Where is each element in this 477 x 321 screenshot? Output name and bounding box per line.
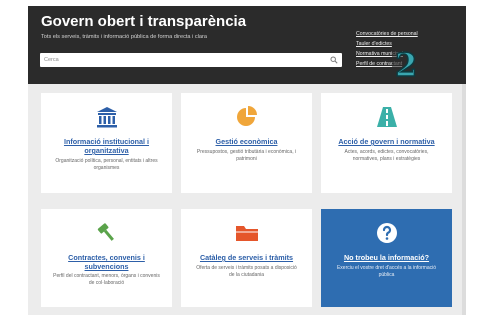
- search-box: [40, 53, 342, 67]
- card-description: Exerciu el vostre dret d'accés a la info…: [336, 265, 437, 278]
- annotation-number-badge: 2: [392, 48, 421, 82]
- transparency-portal: Govern obert i transparència Tots els se…: [28, 6, 466, 315]
- card-description: Perfil del contractant, menors, òrgans i…: [53, 273, 160, 286]
- card-title[interactable]: Informació institucional i organitzativa: [49, 137, 164, 155]
- page-title: Govern obert i transparència: [41, 13, 247, 30]
- card-no-trobeu-informacio[interactable]: No trobeu la informació? Exerciu el vost…: [321, 209, 452, 307]
- card-gestio-economica[interactable]: Gestió econòmica Pressupostos, gestió tr…: [181, 93, 312, 193]
- card-description: Organització política, personal, entitat…: [55, 158, 158, 171]
- gavel-icon: [97, 223, 114, 241]
- card-informacio-institucional[interactable]: Informació institucional i organitzativa…: [41, 93, 172, 193]
- search-icon[interactable]: [330, 56, 338, 64]
- pie-chart-icon: [236, 106, 257, 126]
- card-description: Actes, acords, edictes, convocatòries, n…: [344, 149, 429, 162]
- card-description: Pressupostos, gestió tributària i econòm…: [196, 149, 297, 162]
- page-subtitle: Tots els serveis, tràmits i informació p…: [41, 34, 208, 40]
- card-title[interactable]: Contractes, convenis i subvencions: [49, 253, 164, 271]
- question-icon: [376, 223, 397, 243]
- road-icon: [376, 107, 397, 127]
- card-accio-govern[interactable]: Acció de govern i normativa Actes, acord…: [321, 93, 452, 193]
- card-title[interactable]: Gestió econòmica: [189, 137, 304, 146]
- card-cataleg-serveis[interactable]: Catàleg de serveis i tràmits Oferta de s…: [181, 209, 312, 307]
- folder-icon: [235, 226, 258, 241]
- card-title[interactable]: Acció de govern i normativa: [329, 137, 444, 146]
- search-input[interactable]: [44, 53, 314, 67]
- institution-icon: [96, 107, 117, 128]
- card-contractes[interactable]: Contractes, convenis i subvencions Perfi…: [41, 209, 172, 307]
- card-title[interactable]: No trobeu la informació?: [329, 253, 444, 262]
- link-convocatories[interactable]: Convocatòries de personal: [356, 29, 461, 39]
- card-title[interactable]: Catàleg de serveis i tràmits: [189, 253, 304, 262]
- scrollbar[interactable]: [462, 84, 466, 315]
- card-description: Oferta de serveis i tràmits posats a dis…: [196, 265, 297, 278]
